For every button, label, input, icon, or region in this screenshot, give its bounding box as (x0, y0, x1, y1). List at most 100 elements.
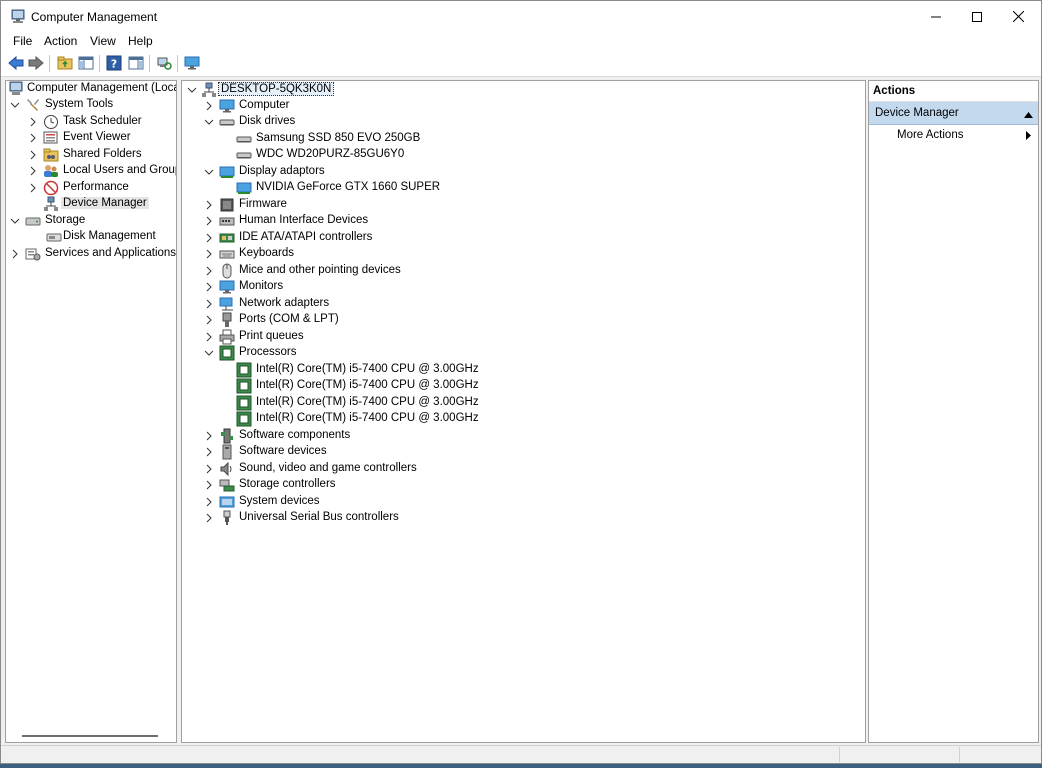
computer-name: DESKTOP-5QK3K0N (218, 82, 335, 96)
port-icon (219, 312, 235, 328)
scan-hardware-icon[interactable] (155, 54, 173, 72)
storage-controller-icon (219, 477, 235, 493)
chevron-down-icon[interactable] (10, 216, 20, 226)
software-component-icon (219, 428, 235, 444)
help-icon[interactable]: ? (105, 54, 123, 72)
computer-management-icon (8, 81, 24, 97)
device-manager-icon (43, 196, 59, 212)
device-tree: DESKTOP-5QK3K0N Computer Disk drives Sam… (181, 80, 866, 743)
chevron-right-icon[interactable] (204, 200, 214, 210)
actions-header: Actions (869, 81, 1038, 102)
back-arrow-icon[interactable] (7, 54, 25, 72)
mouse-icon (219, 263, 235, 279)
close-button[interactable] (995, 1, 1041, 32)
chevron-right-icon[interactable] (28, 183, 38, 193)
chevron-right-icon[interactable] (204, 266, 214, 276)
status-segment (959, 747, 960, 762)
menu-bar: File Action View Help (1, 32, 1041, 51)
chevron-right-icon[interactable] (204, 216, 214, 226)
chevron-right-icon[interactable] (28, 133, 38, 143)
performance-icon (43, 180, 59, 196)
menu-action[interactable]: Action (44, 34, 77, 48)
actions-title: Actions (873, 85, 916, 97)
chevron-right-icon[interactable] (204, 513, 214, 523)
processor-icon (236, 395, 252, 411)
show-hide-tree-icon[interactable] (77, 54, 95, 72)
software-device-icon (219, 444, 235, 460)
chevron-right-icon[interactable] (204, 497, 214, 507)
chevron-down-icon[interactable] (10, 100, 20, 110)
display-adapter-icon (219, 164, 235, 180)
usb-icon (219, 510, 235, 526)
disk-drive-icon (219, 114, 235, 130)
chevron-down-icon[interactable] (204, 167, 214, 177)
computer-network-icon (201, 82, 217, 98)
processor-icon (236, 362, 252, 378)
disk-drive-icon (236, 131, 252, 147)
menu-view[interactable]: View (90, 34, 116, 48)
window-title: Computer Management (31, 10, 158, 24)
clock-icon (43, 114, 59, 130)
keyboard-icon (219, 246, 235, 262)
chevron-right-icon[interactable] (204, 464, 214, 474)
chevron-right-icon[interactable] (204, 480, 214, 490)
disk-drive-icon (236, 147, 252, 163)
users-icon (43, 163, 59, 179)
chevron-right-icon[interactable] (204, 233, 214, 243)
processor-icon (236, 411, 252, 427)
system-tools-icon (25, 97, 41, 113)
status-bar (1, 745, 1041, 763)
chevron-right-icon[interactable] (28, 117, 38, 127)
printer-icon (219, 329, 235, 345)
services-icon (25, 246, 41, 262)
computer-management-icon (10, 9, 26, 28)
actions-pane: Actions Device Manager More Actions (868, 80, 1039, 743)
chevron-right-icon[interactable] (204, 282, 214, 292)
computer-management-window: Computer Management File Action View Hel… (0, 0, 1042, 764)
chevron-right-icon[interactable] (204, 249, 214, 259)
chevron-right-icon[interactable] (204, 447, 214, 457)
monitor-icon (219, 279, 235, 295)
more-actions-item[interactable]: More Actions (869, 125, 1038, 145)
chevron-right-icon[interactable] (28, 150, 38, 160)
monitor-icon (219, 98, 235, 114)
chevron-right-icon[interactable] (28, 166, 38, 176)
chevron-down-icon[interactable] (187, 85, 197, 95)
chevron-down-icon[interactable] (204, 348, 214, 358)
display-adapter-icon (236, 180, 252, 196)
submenu-arrow-icon (1026, 131, 1031, 143)
processor-icon (236, 378, 252, 394)
properties-icon[interactable] (127, 54, 145, 72)
chevron-right-icon[interactable] (204, 431, 214, 441)
minimize-button[interactable] (913, 1, 959, 32)
menu-file[interactable]: File (13, 34, 32, 48)
hid-icon (219, 213, 235, 229)
horizontal-scrollbar[interactable] (22, 735, 158, 737)
navigation-tree: Computer Management (Local System Tools … (5, 80, 177, 743)
title-bar: Computer Management (1, 1, 1041, 32)
speaker-icon (219, 461, 235, 477)
system-device-icon (219, 494, 235, 510)
firmware-icon (219, 197, 235, 213)
chevron-right-icon[interactable] (204, 315, 214, 325)
monitor-icon[interactable] (183, 54, 201, 72)
event-viewer-icon (43, 130, 59, 146)
maximize-button[interactable] (954, 1, 1000, 32)
ide-controller-icon (219, 230, 235, 246)
svg-text:?: ? (111, 58, 117, 71)
network-adapter-icon (219, 296, 235, 312)
chevron-right-icon[interactable] (10, 249, 20, 259)
chevron-right-icon[interactable] (204, 101, 214, 111)
shared-folder-icon (43, 147, 59, 163)
storage-icon (25, 213, 41, 229)
menu-help[interactable]: Help (128, 34, 153, 48)
chevron-right-icon[interactable] (204, 299, 214, 309)
chevron-right-icon[interactable] (204, 332, 214, 342)
forward-arrow-icon[interactable] (27, 54, 45, 72)
processor-icon (219, 345, 235, 361)
up-folder-icon[interactable] (56, 54, 74, 72)
chevron-down-icon[interactable] (204, 117, 214, 127)
actions-section-device-manager[interactable]: Device Manager (869, 102, 1038, 125)
status-segment (839, 747, 840, 762)
collapse-up-icon[interactable] (1024, 109, 1033, 121)
